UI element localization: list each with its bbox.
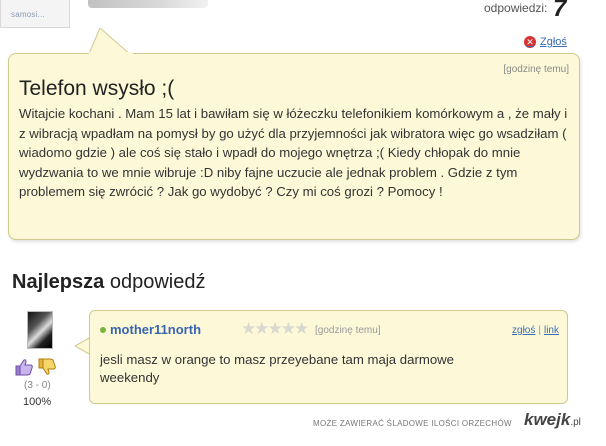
footer-tagline: MOŻE ZAWIERAĆ ŚLADOWE ILOŚCI ORZECHÓW [313,419,512,428]
answerer-avatar[interactable] [27,311,53,349]
answer-body: jesli masz w orange to masz przeyebane t… [100,352,455,385]
report-label: Zgłoś [540,36,567,48]
answers-count: 7 [553,0,567,22]
thumbs-up-icon[interactable] [14,358,34,376]
answers-count-label: odpowiedzi: [484,1,548,15]
answer-actions: zgłoś | link [512,325,559,336]
question-body: Witajcie kochani . Mam 15 lat i bawiłam … [19,106,568,200]
answer-permalink[interactable]: link [544,325,559,336]
question-bubble: [godzinę temu] Telefon wsysło ;( Witajci… [8,53,580,240]
separator: | [538,325,541,336]
close-circle-icon: ✕ [524,36,536,48]
answer-bubble: mother11north ★★★★★ [godzinę temu] zgłoś… [89,310,568,404]
answerer-username[interactable]: mother11north [110,322,201,337]
kwejk-logo[interactable]: kwejk.pl [524,410,581,430]
answer-timestamp: [godzinę temu] [315,325,381,336]
thumbs-down-icon[interactable] [37,358,57,376]
best-answer-heading: Najlepsza odpowiedź [12,271,206,293]
online-status-icon [100,327,106,333]
question-title: Telefon wsysło ;( [19,77,175,100]
question-timestamp: [godzinę temu] [503,64,569,75]
asker-avatar[interactable]: samosi... [0,0,70,28]
asker-avatar-caption: samosi... [11,10,45,19]
vote-percent: 100% [23,396,52,408]
asker-username-blurred [88,0,208,8]
report-question-link[interactable]: ✕ Zgłoś [524,36,567,48]
question-tail-join [89,52,133,56]
vote-counts: (3 - 0) [24,380,51,391]
rating-stars[interactable]: ★★★★★ [241,319,309,339]
report-answer-link[interactable]: zgłoś [512,325,535,336]
